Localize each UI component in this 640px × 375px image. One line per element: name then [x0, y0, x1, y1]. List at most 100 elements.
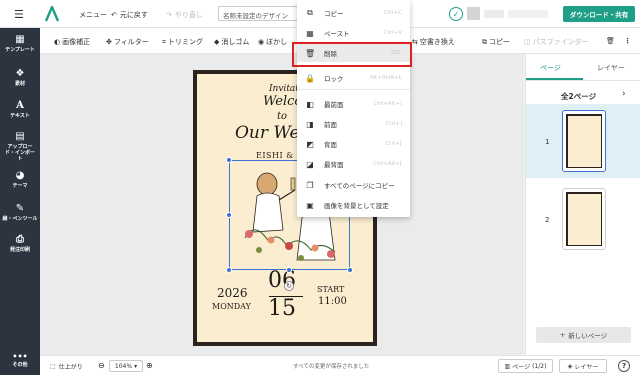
resize-handle[interactable] — [286, 267, 292, 273]
pathfinder-button[interactable]: ◫ パスファインダー — [524, 37, 589, 47]
download-share-button[interactable]: ダウンロード・共有 — [563, 6, 635, 22]
sidebar-item-label: テキスト — [10, 113, 30, 119]
weekday-text: MONDAY — [212, 302, 251, 311]
filter-button[interactable]: ✤ フィルター — [106, 37, 149, 47]
menu-item-shortcut: Ctrl+Alt+] — [373, 101, 402, 107]
copy-button[interactable]: ⧉ コピー — [482, 37, 510, 47]
doc-title-input[interactable]: 名称未設定のデザイン — [218, 6, 298, 21]
finish-icon: ⬚ — [50, 363, 56, 370]
tab-pages[interactable]: ページ — [540, 63, 561, 73]
tool-label: 空書き換え — [419, 38, 455, 46]
menu-item-shortcut: Alt+Shift+L — [369, 75, 402, 81]
sidebar-item-templates[interactable]: ▦ テンプレート — [0, 34, 40, 53]
resize-handle[interactable] — [226, 267, 232, 273]
menu-item-send-backward[interactable]: ◩ 背面 Ctrl+[ — [297, 135, 410, 153]
sidebar-item-label: 線・ペンツール — [2, 216, 38, 222]
sidebar-item-materials[interactable]: ❖ 素材 — [0, 68, 40, 87]
menu-item-copy-to-all-pages[interactable]: ❐ すべてのページにコピー — [297, 176, 410, 194]
menu-item-set-as-background[interactable]: ▣ 画像を背景として設定 — [297, 196, 410, 214]
undo-button[interactable]: ↶ 元に戻す — [111, 10, 148, 20]
menu-button[interactable]: メニュー — [79, 10, 107, 20]
finish-toggle[interactable]: ⬚ 仕上がり — [50, 362, 83, 371]
page-nav-label: ページ — [512, 363, 531, 371]
menu-item-label: ペースト — [324, 30, 350, 38]
context-menu: ⧉ コピー Ctrl+C ▦ ペースト Ctrl+V 🗑 削除 DEL 🔒 ロック Alt+Sh… — [297, 0, 410, 217]
plus-icon: + — [559, 331, 566, 339]
pathfinder-icon: ◫ — [524, 38, 531, 46]
bottom-bar: ⬚ 仕上がり ⊖ 104% ▾ ⊕ すべての変更が保存されました ▥ ページ (1/2)… — [40, 355, 640, 375]
tab-layers[interactable]: レイヤー — [597, 63, 625, 73]
menu-divider — [297, 89, 410, 90]
delete-button[interactable]: 🗑 — [606, 37, 615, 45]
redo-icon: ↷ — [166, 11, 172, 19]
copy-icon: ⧉ — [482, 37, 487, 46]
menu-item-shortcut: Ctrl+C — [383, 10, 402, 16]
menu-item-label: コピー — [324, 10, 344, 18]
rotate-handle[interactable]: ↻ — [284, 281, 294, 291]
zoom-out-icon[interactable]: ⊖ — [98, 361, 105, 370]
lock-icon: 🔒 — [305, 73, 315, 83]
zoom-in-icon[interactable]: ⊕ — [146, 361, 153, 370]
save-status: すべての変更が保存されました — [293, 364, 370, 370]
redo-button[interactable]: ↷ やり直し — [166, 10, 203, 20]
page-thumbnail-1[interactable] — [562, 110, 606, 172]
page-nav-button[interactable]: ▥ ページ (1/2) — [498, 359, 553, 373]
menu-item-shortcut: Ctrl+V — [383, 30, 402, 36]
menu-item-label: すべてのページにコピー — [324, 182, 395, 190]
thumb-inner — [567, 193, 601, 245]
app-logo[interactable] — [44, 3, 60, 22]
sidebar-item-more[interactable]: ••• その他 — [0, 352, 40, 369]
sidebar-item-label: 発注印刷 — [9, 247, 30, 253]
zoom-select[interactable]: 104% ▾ — [109, 360, 143, 372]
start-time: 11:00 — [318, 296, 347, 307]
text-icon: A — [16, 100, 24, 111]
tool-label: 画像補正 — [62, 38, 91, 46]
blur-button[interactable]: ◉ ぼかし — [258, 37, 287, 47]
replace-icon: ⇆ — [412, 38, 418, 46]
layers-icon: ◈ — [567, 362, 573, 370]
page-number-1: 1 — [545, 138, 550, 146]
zoom-value: 104% — [114, 362, 133, 370]
menu-item-send-to-back[interactable]: ◪ 最背面 Ctrl+Alt+[ — [297, 155, 410, 173]
menu-item-bring-to-front[interactable]: ◧ 最前面 Ctrl+Alt+] — [297, 95, 410, 113]
trim-button[interactable]: ⌗ トリミング — [162, 37, 203, 47]
image-adjust-button[interactable]: ◐ 画像補正 — [54, 37, 90, 47]
eraser-button[interactable]: ◆ 消しゴム — [214, 37, 249, 47]
resize-handle[interactable] — [226, 157, 232, 163]
menu-item-label: 前面 — [324, 121, 337, 129]
sidebar-item-upload[interactable]: ▤ アップロード・インポート — [0, 131, 40, 162]
copy-to-all-pages-icon: ❐ — [306, 180, 314, 190]
undo-icon: ↶ — [111, 11, 117, 19]
page-thumbnail-2[interactable] — [562, 188, 606, 250]
template-icon: ▦ — [15, 34, 25, 45]
resize-handle[interactable] — [347, 267, 353, 273]
sidebar-item-label: その他 — [12, 362, 28, 368]
menu-item-paste[interactable]: ▦ ペースト Ctrl+V — [297, 24, 410, 42]
paste-icon: ▦ — [306, 28, 314, 38]
hamburger-icon[interactable]: ☰ — [14, 8, 24, 21]
menu-item-copy[interactable]: ⧉ コピー Ctrl+C — [297, 4, 410, 22]
more-dots-icon: ••• — [12, 352, 28, 361]
layers-button[interactable]: ◈ レイヤー — [559, 359, 607, 373]
replace-button[interactable]: ⇆ 空書き換え — [412, 37, 455, 47]
upload-file-icon: ▤ — [15, 131, 25, 142]
delete-highlight-box — [292, 42, 412, 67]
sidebar-item-theme[interactable]: ◕ テーマ — [0, 170, 40, 189]
new-page-button[interactable]: + 新しいページ — [536, 327, 631, 343]
menu-item-label: ロック — [324, 75, 344, 83]
user-avatar[interactable] — [467, 7, 480, 20]
filter-icon: ✤ — [106, 38, 112, 46]
year-text: 2026 — [217, 286, 248, 300]
account-placeholder-2 — [508, 10, 548, 18]
menu-item-lock[interactable]: 🔒 ロック Alt+Shift+L — [297, 69, 410, 87]
more-options-icon[interactable]: ⋮ — [624, 37, 631, 45]
help-button[interactable]: ? — [618, 360, 630, 372]
menu-item-bring-forward[interactable]: ◨ 前面 Ctrl+] — [297, 115, 410, 133]
sidebar-item-print[interactable]: ⎙ 発注印刷 — [0, 234, 40, 253]
chevron-right-icon[interactable]: › — [622, 89, 626, 99]
resize-handle[interactable] — [226, 212, 232, 218]
sidebar-item-text[interactable]: A テキスト — [0, 100, 40, 119]
page-number-2: 2 — [545, 216, 550, 224]
left-sidebar: ▦ テンプレート ❖ 素材 A テキスト ▤ アップロード・インポート ◕ テー… — [0, 28, 40, 375]
sidebar-item-pen[interactable]: ✎ 線・ペンツール — [0, 203, 40, 222]
